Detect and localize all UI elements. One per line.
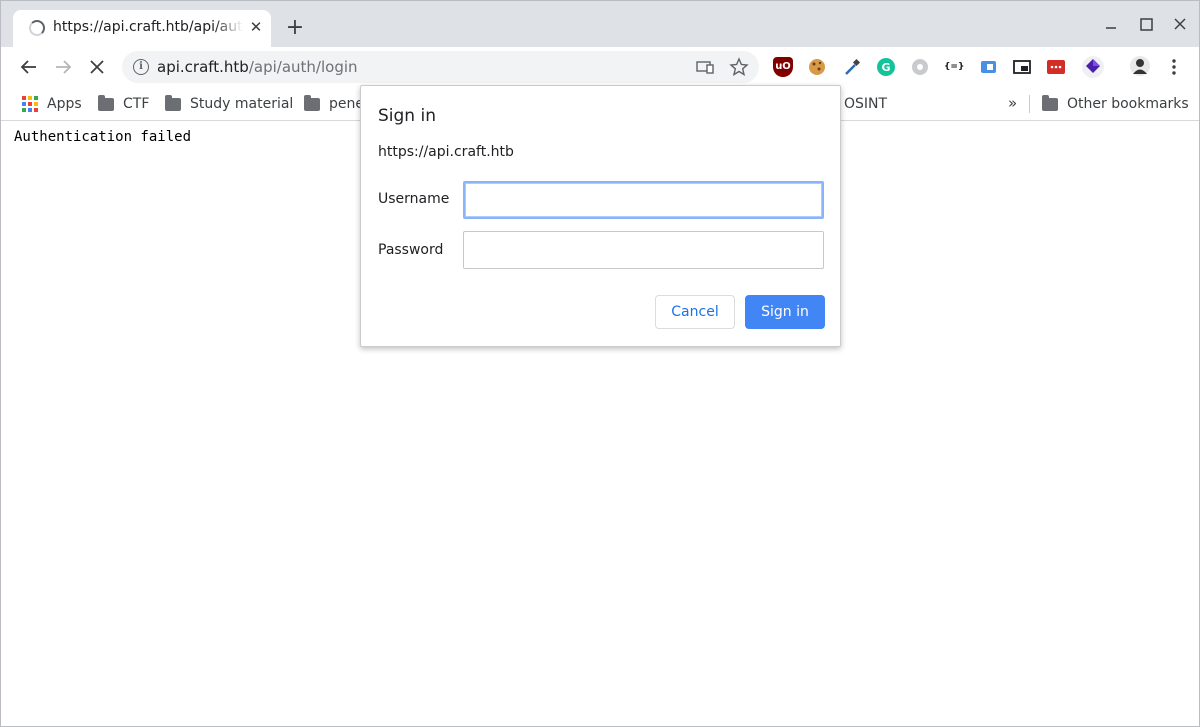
bookmark-label: pene <box>329 96 364 112</box>
profile-avatar[interactable] <box>1129 55 1151 77</box>
picture-in-picture-icon[interactable] <box>1012 57 1032 77</box>
sign-in-button[interactable]: Sign in <box>745 295 825 329</box>
folder-icon <box>304 94 320 111</box>
url-host: api.craft.htb <box>157 58 249 76</box>
minimize-icon <box>1106 27 1116 29</box>
wappalyzer-icon[interactable] <box>978 57 998 77</box>
dialog-title: Sign in <box>378 106 436 126</box>
address-bar[interactable]: i api.craft.htb/api/auth/login <box>122 51 759 83</box>
bookmark-folder-osint[interactable]: OSINT <box>844 94 887 114</box>
maximize-button[interactable] <box>1134 13 1158 37</box>
maximize-icon <box>1140 18 1153 31</box>
password-field[interactable] <box>463 231 824 269</box>
tab-title: https://api.craft.htb/api/auth/login <box>53 19 243 35</box>
back-button[interactable] <box>16 54 42 80</box>
bookmarks-separator <box>1029 95 1030 113</box>
url-path: /api/auth/login <box>248 58 358 76</box>
url-text[interactable]: api.craft.htb/api/auth/login <box>157 58 358 76</box>
stop-loading-button[interactable] <box>84 54 110 80</box>
bookmark-apps[interactable]: Apps <box>22 94 82 114</box>
bookmarks-overflow-button[interactable]: » <box>1008 94 1017 112</box>
bookmark-label: CTF <box>123 96 150 112</box>
tab-strip: https://api.craft.htb/api/auth/login ✕ + <box>1 1 1199 47</box>
cookie-icon[interactable] <box>807 57 827 77</box>
arrow-left-icon <box>20 60 36 74</box>
username-field[interactable] <box>463 181 824 219</box>
bookmark-folder-study-material[interactable]: Study material <box>165 94 293 114</box>
bookmark-star-icon[interactable] <box>729 57 749 77</box>
ublock-origin-icon[interactable]: uO <box>773 57 793 77</box>
color-picker-icon[interactable] <box>842 57 862 77</box>
lastpass-icon[interactable] <box>1046 57 1066 77</box>
extension-diamond-icon[interactable] <box>1081 55 1105 79</box>
password-label: Password <box>378 242 444 258</box>
page-body-text: Authentication failed <box>14 129 192 145</box>
apps-grid-icon <box>22 96 38 112</box>
loading-spinner-icon <box>29 20 45 36</box>
bookmark-label: Study material <box>190 96 294 112</box>
svg-text:G: G <box>881 61 890 74</box>
tab-close-icon[interactable]: ✕ <box>247 18 265 36</box>
json-viewer-icon[interactable]: {=} <box>944 57 964 77</box>
folder-icon <box>165 94 181 111</box>
minimize-button[interactable] <box>1099 13 1123 37</box>
arrow-right-icon <box>56 60 72 74</box>
username-label: Username <box>378 191 450 207</box>
new-tab-button[interactable]: + <box>284 17 306 39</box>
folder-icon <box>1042 94 1058 111</box>
other-bookmarks[interactable]: Other bookmarks <box>1042 94 1189 114</box>
bookmark-folder-pene[interactable]: pene <box>304 94 364 114</box>
sign-in-dialog: Sign in https://api.craft.htb Username P… <box>360 85 841 347</box>
folder-icon <box>98 94 114 111</box>
close-window-button[interactable] <box>1168 13 1192 37</box>
forward-button[interactable] <box>50 54 76 80</box>
cancel-button[interactable]: Cancel <box>655 295 735 329</box>
close-icon <box>1174 18 1186 30</box>
close-icon <box>90 60 104 74</box>
cast-device-icon[interactable] <box>695 57 715 77</box>
site-info-icon[interactable]: i <box>133 59 149 75</box>
browser-toolbar: i api.craft.htb/api/auth/login uO G {=} <box>1 47 1199 87</box>
dialog-origin: https://api.craft.htb <box>378 144 514 160</box>
grammarly-icon[interactable]: G <box>876 57 896 77</box>
bookmark-label: Apps <box>47 96 82 112</box>
bookmark-label: Other bookmarks <box>1067 96 1189 112</box>
more-menu-icon[interactable] <box>1164 57 1184 77</box>
browser-window: https://api.craft.htb/api/auth/login ✕ +… <box>0 0 1200 727</box>
tab-active[interactable]: https://api.craft.htb/api/auth/login ✕ <box>13 10 271 47</box>
proxy-icon[interactable] <box>910 57 930 77</box>
bookmark-label: OSINT <box>844 96 888 112</box>
bookmark-folder-ctf[interactable]: CTF <box>98 94 149 114</box>
